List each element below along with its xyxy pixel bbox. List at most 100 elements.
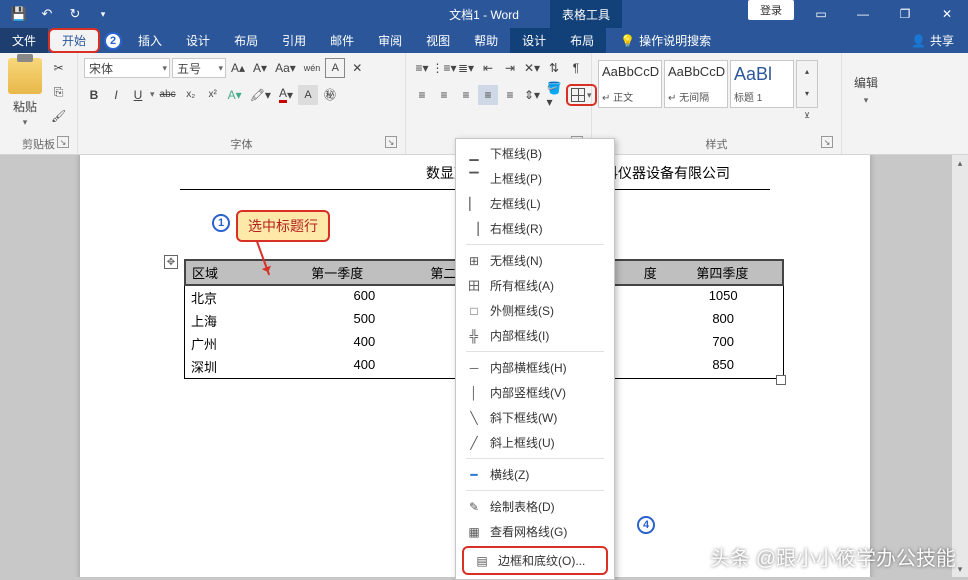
style-nospacing[interactable]: AaBbCcD↵ 无间隔	[664, 60, 728, 108]
bullets-icon[interactable]: ≡▾	[412, 58, 432, 78]
align-left-icon[interactable]: ≡	[412, 85, 432, 105]
char-border-icon[interactable]: A	[325, 58, 345, 78]
header-q1: 第一季度	[305, 261, 424, 284]
menu-diag-up[interactable]: ╱斜上框线(U)	[456, 430, 614, 455]
font-size-select[interactable]: 五号	[172, 58, 226, 78]
tab-help[interactable]: 帮助	[462, 28, 510, 53]
cut-icon[interactable]: ✂	[48, 58, 69, 78]
justify-icon[interactable]: ≡	[478, 85, 498, 105]
tab-table-design[interactable]: 设计	[510, 28, 558, 53]
tab-insert[interactable]: 插入	[126, 28, 174, 53]
char-shading-icon[interactable]: A	[298, 85, 318, 105]
tab-review[interactable]: 审阅	[366, 28, 414, 53]
paste-label[interactable]: 粘贴	[13, 98, 37, 115]
tab-table-layout[interactable]: 布局	[558, 28, 606, 53]
tell-me[interactable]: 💡 操作说明搜索	[606, 32, 711, 49]
menu-inside-v-border[interactable]: │内部竖框线(V)	[456, 380, 614, 405]
ribbon-options-icon[interactable]: ▭	[800, 0, 842, 28]
grow-font-icon[interactable]: A▴	[228, 58, 248, 78]
title-bar: 💾 ↶ ↻ ▾ 文档1 - Word 表格工具 登录 ▭ — ❐ ✕	[0, 0, 968, 28]
distribute-icon[interactable]: ≡	[500, 85, 520, 105]
menu-right-border[interactable]: ▕右框线(R)	[456, 216, 614, 241]
align-right-icon[interactable]: ≡	[456, 85, 476, 105]
editing-label[interactable]: 编辑	[854, 74, 878, 91]
styles-more-icon[interactable]: ⊻	[797, 105, 817, 125]
menu-left-border[interactable]: ▏左框线(L)	[456, 191, 614, 216]
change-case-icon[interactable]: Aa▾	[272, 58, 299, 78]
share-icon: 👤	[911, 34, 926, 48]
menu-diag-down[interactable]: ╲斜下框线(W)	[456, 405, 614, 430]
menu-borders-shading[interactable]: ▤边框和底纹(O)...	[462, 546, 608, 575]
annotation-4: 4	[637, 516, 655, 534]
menu-bottom-border[interactable]: ▁下框线(B)	[456, 141, 614, 166]
format-painter-icon[interactable]: 🖌	[48, 106, 69, 126]
header-region: 区域	[186, 261, 305, 284]
menu-inside-borders[interactable]: ╬内部框线(I)	[456, 323, 614, 348]
table-resize-handle[interactable]	[776, 375, 786, 385]
header-q4: 第四季度	[663, 261, 782, 284]
tab-design[interactable]: 设计	[174, 28, 222, 53]
multilevel-icon[interactable]: ≣▾	[456, 58, 476, 78]
align-center-icon[interactable]: ≡	[434, 85, 454, 105]
line-spacing-icon[interactable]: ⇕▾	[522, 85, 542, 105]
scroll-up-icon[interactable]: ▴	[952, 155, 968, 171]
shrink-font-icon[interactable]: A▾	[250, 58, 270, 78]
underline-button[interactable]: U	[128, 85, 148, 105]
shading-icon[interactable]: 🪣▾	[544, 85, 564, 105]
style-normal[interactable]: AaBbCcD↵ 正文	[598, 60, 662, 108]
restore-icon[interactable]: ❐	[884, 0, 926, 28]
tab-mailings[interactable]: 邮件	[318, 28, 366, 53]
highlight-icon[interactable]: 🖍▾	[247, 85, 274, 105]
login-button[interactable]: 登录	[748, 0, 794, 20]
sort-icon[interactable]: ⇅	[544, 58, 564, 78]
copy-icon[interactable]: ⎘	[48, 82, 69, 102]
show-marks-icon[interactable]: ¶	[566, 58, 586, 78]
qat-customize-icon[interactable]: ▾	[90, 2, 116, 26]
tab-file[interactable]: 文件	[0, 28, 48, 53]
style-heading1[interactable]: AaBl标题 1	[730, 60, 794, 108]
text-effects-icon[interactable]: A▾	[225, 85, 245, 105]
bold-button[interactable]: B	[84, 85, 104, 105]
phonetic-guide-icon[interactable]: wén	[301, 58, 324, 78]
table-move-handle[interactable]: ✥	[164, 255, 178, 269]
decrease-indent-icon[interactable]: ⇤	[478, 58, 498, 78]
menu-no-border[interactable]: ⊞无框线(N)	[456, 248, 614, 273]
undo-icon[interactable]: ↶	[34, 2, 60, 26]
minimize-icon[interactable]: —	[842, 0, 884, 28]
superscript-button[interactable]: x²	[203, 85, 223, 105]
menu-top-border[interactable]: ▔上框线(P)	[456, 166, 614, 191]
increase-indent-icon[interactable]: ⇥	[500, 58, 520, 78]
save-icon[interactable]: 💾	[6, 2, 32, 26]
enclose-char-icon[interactable]: ㊙	[320, 84, 340, 105]
styles-down-icon[interactable]: ▾	[797, 83, 817, 103]
strike-button[interactable]: abc	[157, 85, 179, 105]
italic-button[interactable]: I	[106, 85, 126, 105]
paste-icon[interactable]	[8, 58, 42, 94]
menu-outside-borders[interactable]: □外侧框线(S)	[456, 298, 614, 323]
tab-view[interactable]: 视图	[414, 28, 462, 53]
font-dialog-icon[interactable]: ↘	[385, 136, 397, 148]
share-button[interactable]: 👤 共享	[911, 32, 954, 49]
menu-all-borders[interactable]: 田所有框线(A)	[456, 273, 614, 298]
numbering-icon[interactable]: ⋮≡▾	[434, 58, 454, 78]
close-icon[interactable]: ✕	[926, 0, 968, 28]
app-title: 文档1 - Word	[449, 6, 519, 23]
clipboard-dialog-icon[interactable]: ↘	[57, 136, 69, 148]
vertical-scrollbar[interactable]: ▴ ▾	[952, 155, 968, 577]
font-color-icon[interactable]: A▾	[276, 84, 296, 105]
clear-format-icon[interactable]: ✕	[347, 58, 367, 78]
menu-inside-h-border[interactable]: ─内部横框线(H)	[456, 355, 614, 380]
styles-dialog-icon[interactable]: ↘	[821, 136, 833, 148]
font-name-select[interactable]: 宋体	[84, 58, 170, 78]
menu-hline[interactable]: ━横线(Z)	[456, 462, 614, 487]
styles-group-label: 样式	[706, 139, 728, 151]
tab-home[interactable]: 开始	[48, 28, 100, 53]
menu-draw-table[interactable]: ✎绘制表格(D)	[456, 494, 614, 519]
asian-layout-icon[interactable]: ✕▾	[522, 58, 542, 78]
menu-view-gridlines[interactable]: ▦查看网格线(G)	[456, 519, 614, 544]
redo-icon[interactable]: ↻	[62, 2, 88, 26]
subscript-button[interactable]: x₂	[181, 85, 201, 105]
tab-layout[interactable]: 布局	[222, 28, 270, 53]
styles-up-icon[interactable]: ▴	[797, 61, 817, 81]
tab-references[interactable]: 引用	[270, 28, 318, 53]
